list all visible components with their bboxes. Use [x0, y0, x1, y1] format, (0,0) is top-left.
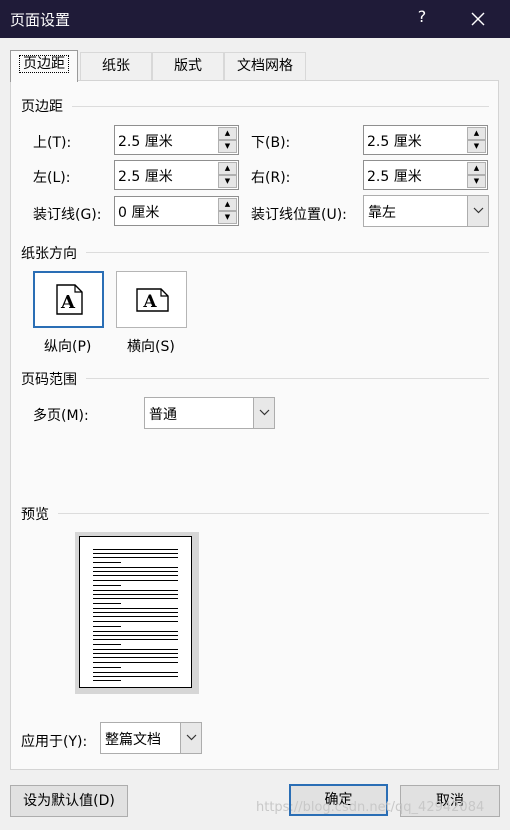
gutter-position-value: 靠左: [368, 205, 396, 221]
spin-down-button[interactable]: ▼: [218, 211, 237, 224]
gutter-position-label: 装订线位置(U):: [251, 207, 347, 223]
section-divider: [58, 513, 489, 514]
spin-up-button[interactable]: ▲: [218, 198, 237, 211]
landscape-page-icon: A: [136, 288, 169, 312]
gutter-value: 0 厘米: [118, 205, 160, 221]
portrait-label: 纵向(P): [44, 339, 92, 355]
preview-page: [79, 536, 192, 688]
left-margin-spinner: ▲ ▼: [218, 162, 237, 188]
gutter-spinner: ▲ ▼: [218, 198, 237, 224]
spin-down-button[interactable]: ▼: [218, 140, 237, 153]
bottom-margin-label: 下(B):: [251, 135, 291, 151]
gutter-input[interactable]: 0 厘米 ▲ ▼: [114, 196, 239, 226]
gutter-position-select[interactable]: 靠左: [363, 195, 489, 227]
right-margin-value: 2.5 厘米: [367, 169, 422, 185]
landscape-label: 横向(S): [127, 339, 175, 355]
section-divider: [86, 252, 489, 253]
page-preview: [75, 532, 199, 694]
tab-margins-label: 页边距: [19, 55, 69, 73]
top-margin-input[interactable]: 2.5 厘米 ▲ ▼: [114, 125, 239, 155]
chevron-down-icon[interactable]: [467, 196, 488, 226]
top-margin-spinner: ▲ ▼: [218, 127, 237, 153]
right-margin-spinner: ▲ ▼: [467, 162, 486, 188]
section-title-margins: 页边距: [21, 99, 63, 115]
chevron-down-icon[interactable]: [180, 723, 201, 753]
bottom-margin-input[interactable]: 2.5 厘米 ▲ ▼: [363, 125, 488, 155]
title-bar: 页面设置 ?: [0, 0, 510, 38]
bottom-margin-spinner: ▲ ▼: [467, 127, 486, 153]
watermark: https://blog.csdn.net/qq_42942084: [256, 800, 485, 815]
spin-up-button[interactable]: ▲: [218, 127, 237, 140]
bottom-margin-value: 2.5 厘米: [367, 134, 422, 150]
section-title-orientation: 纸张方向: [21, 246, 77, 262]
spin-down-button[interactable]: ▼: [467, 175, 486, 188]
apply-to-label: 应用于(Y):: [21, 734, 88, 750]
section-title-preview: 预览: [21, 507, 49, 523]
portrait-glyph: A: [60, 292, 76, 313]
landscape-button[interactable]: A: [116, 271, 187, 328]
close-button[interactable]: [462, 6, 494, 32]
left-margin-value: 2.5 厘米: [118, 169, 173, 185]
help-button[interactable]: ?: [412, 7, 432, 26]
section-divider: [72, 106, 489, 107]
portrait-button[interactable]: A: [33, 271, 104, 328]
gutter-label: 装订线(G):: [33, 207, 102, 223]
tab-margins[interactable]: 页边距: [10, 50, 78, 82]
spin-up-button[interactable]: ▲: [218, 162, 237, 175]
multiple-pages-label: 多页(M):: [33, 408, 89, 424]
spin-down-button[interactable]: ▼: [467, 140, 486, 153]
multiple-pages-value: 普通: [149, 407, 177, 423]
apply-to-select[interactable]: 整篇文档: [100, 722, 202, 754]
close-icon: [471, 12, 485, 26]
section-title-pages: 页码范围: [21, 372, 77, 388]
landscape-glyph: A: [142, 292, 157, 312]
spin-up-button[interactable]: ▲: [467, 162, 486, 175]
top-margin-value: 2.5 厘米: [118, 134, 173, 150]
tab-layout[interactable]: 版式: [152, 52, 224, 81]
spin-down-button[interactable]: ▼: [218, 175, 237, 188]
top-margin-label: 上(T):: [33, 135, 72, 151]
tab-document-grid[interactable]: 文档网格: [224, 52, 306, 81]
set-default-button[interactable]: 设为默认值(D): [10, 785, 128, 817]
right-margin-input[interactable]: 2.5 厘米 ▲ ▼: [363, 160, 488, 190]
portrait-page-icon: A: [56, 284, 83, 315]
left-margin-input[interactable]: 2.5 厘米 ▲ ▼: [114, 160, 239, 190]
spin-up-button[interactable]: ▲: [467, 127, 486, 140]
left-margin-label: 左(L):: [33, 170, 71, 186]
section-divider: [86, 378, 489, 379]
dialog-title: 页面设置: [10, 11, 71, 29]
chevron-down-icon[interactable]: [253, 398, 274, 428]
multiple-pages-select[interactable]: 普通: [144, 397, 275, 429]
tab-paper[interactable]: 纸张: [80, 52, 152, 81]
apply-to-value: 整篇文档: [105, 732, 161, 748]
right-margin-label: 右(R):: [251, 170, 291, 186]
